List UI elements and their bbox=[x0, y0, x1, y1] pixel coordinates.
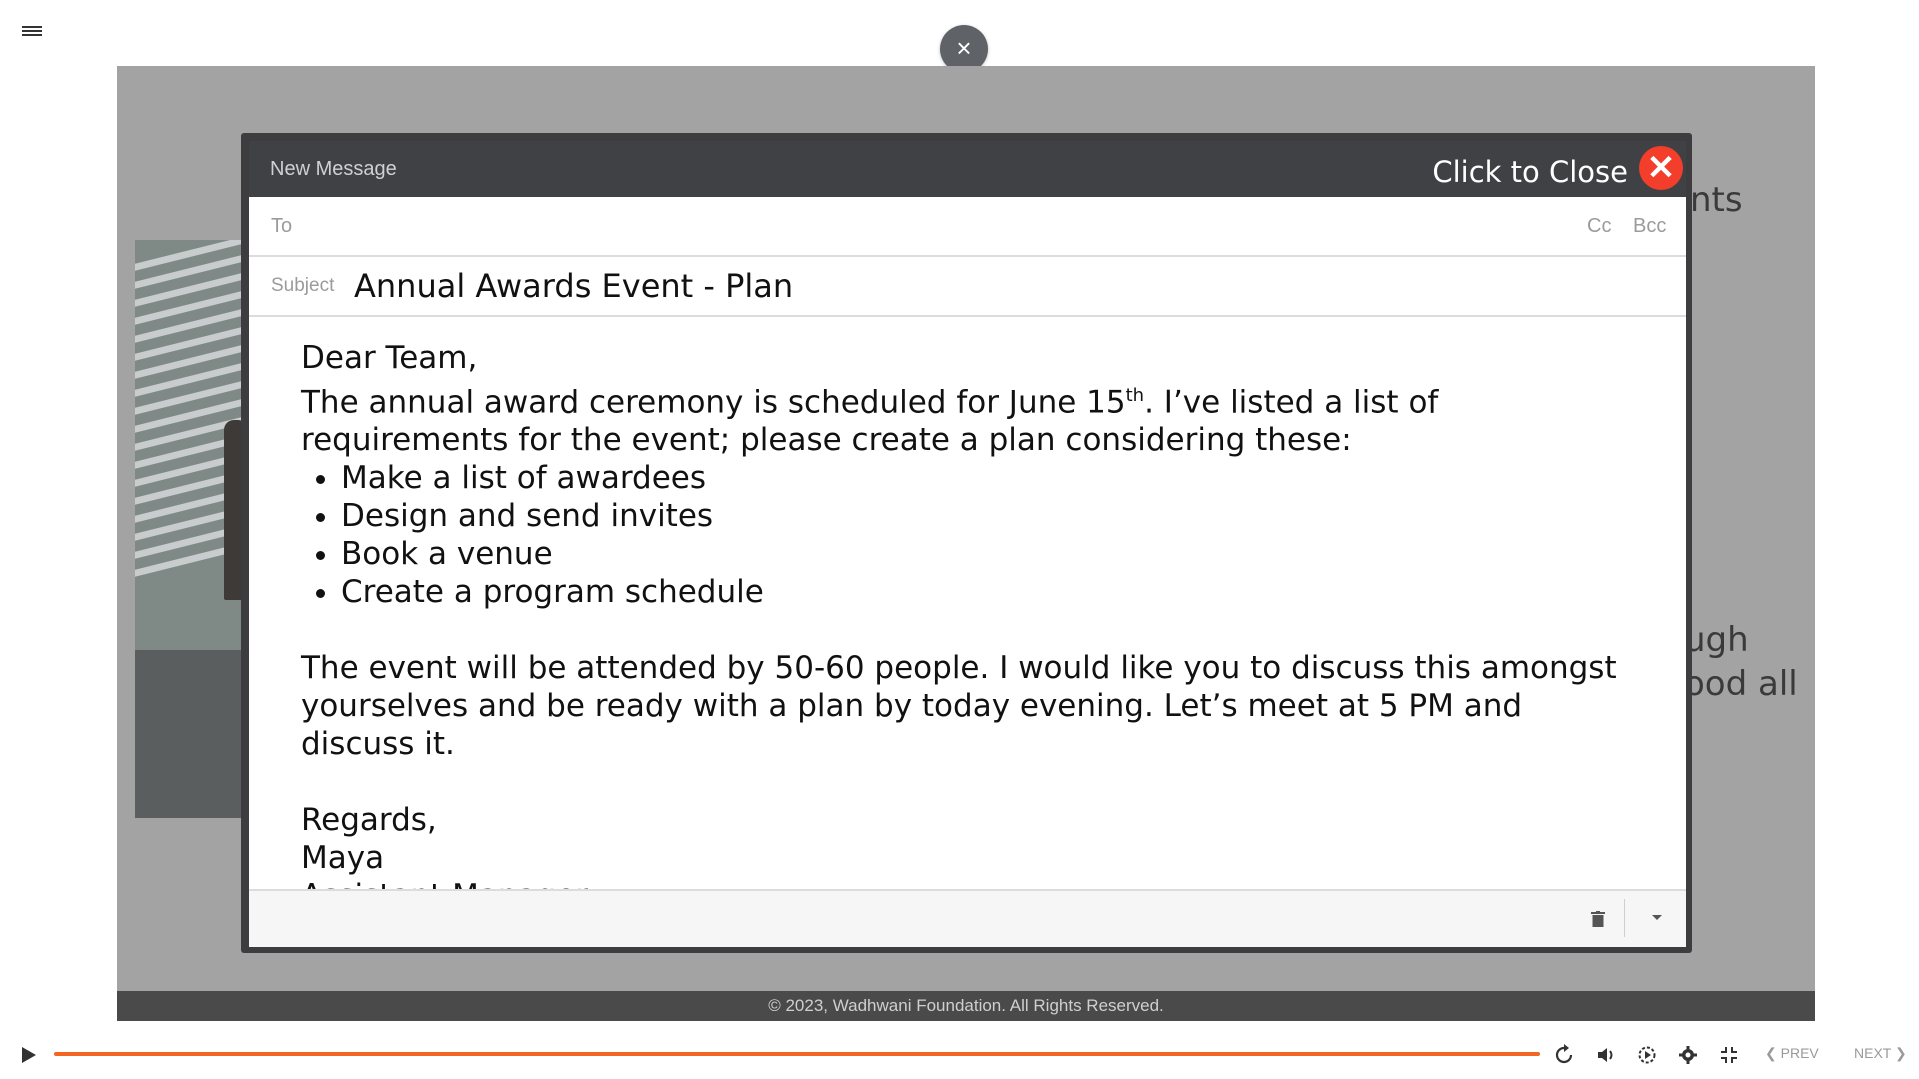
list-item: Make a list of awardees bbox=[341, 459, 1641, 497]
floor-shape bbox=[135, 650, 245, 818]
to-field[interactable]: To Cc Bcc bbox=[249, 197, 1686, 257]
bcc-link[interactable]: Bcc bbox=[1633, 215, 1666, 238]
background-text: ugh bbox=[1684, 620, 1749, 660]
email-header: New Message Click to Close ✕ bbox=[249, 141, 1686, 197]
list-item: Book a venue bbox=[341, 535, 1641, 573]
trash-icon[interactable] bbox=[1591, 911, 1605, 927]
next-label: NEXT bbox=[1854, 1045, 1892, 1061]
background-text: nts bbox=[1690, 180, 1743, 220]
list-item: Design and send invites bbox=[341, 497, 1641, 535]
signature-name: Maya bbox=[301, 840, 385, 877]
email-window: New Message Click to Close ✕ To Cc Bcc S… bbox=[249, 141, 1686, 947]
list-item: Create a program schedule bbox=[341, 573, 1641, 611]
chevron-down-icon[interactable] bbox=[1647, 907, 1667, 927]
collapse-icon[interactable] bbox=[1718, 1044, 1740, 1066]
player-bar: ❮ PREV NEXT ❯ bbox=[0, 1030, 1919, 1079]
email-paragraph: The event will be attended by 50-60 peop… bbox=[301, 650, 1617, 763]
email-toolbar bbox=[249, 889, 1686, 947]
gear-icon[interactable] bbox=[1677, 1044, 1699, 1066]
play-icon[interactable] bbox=[18, 1045, 38, 1065]
intro-superscript: th bbox=[1125, 385, 1145, 406]
intro-text: The annual award ceremony is scheduled f… bbox=[301, 384, 1126, 421]
click-to-close-label[interactable]: Click to Close bbox=[1432, 155, 1628, 189]
replay-icon[interactable] bbox=[1553, 1044, 1575, 1066]
subject-label: Subject bbox=[271, 275, 335, 296]
email-intro: The annual award ceremony is scheduled f… bbox=[301, 377, 1641, 459]
speed-icon[interactable] bbox=[1636, 1044, 1658, 1066]
email-modal: New Message Click to Close ✕ To Cc Bcc S… bbox=[241, 133, 1692, 953]
menu-icon[interactable] bbox=[22, 24, 42, 40]
email-greeting: Dear Team, bbox=[301, 340, 478, 376]
email-body[interactable]: Dear Team, The annual award ceremony is … bbox=[301, 339, 1641, 915]
subject-value: Annual Awards Event - Plan bbox=[354, 267, 794, 305]
progress-bar[interactable] bbox=[54, 1052, 1540, 1056]
next-button[interactable]: NEXT ❯ bbox=[1854, 1045, 1907, 1062]
close-icon[interactable]: ✕ bbox=[1639, 146, 1683, 190]
email-closing: Regards, bbox=[301, 802, 437, 839]
background-text: ood all bbox=[1684, 664, 1798, 704]
prev-button[interactable]: ❮ PREV bbox=[1765, 1045, 1819, 1062]
cc-link[interactable]: Cc bbox=[1587, 215, 1611, 238]
email-window-title: New Message bbox=[270, 158, 397, 180]
to-label: To bbox=[271, 215, 293, 237]
requirements-list: Make a list of awardees Design and send … bbox=[301, 459, 1641, 611]
toolbar-divider bbox=[1624, 899, 1625, 937]
prev-label: PREV bbox=[1780, 1045, 1819, 1061]
volume-icon[interactable] bbox=[1595, 1044, 1617, 1066]
subject-field[interactable]: Subject Annual Awards Event - Plan bbox=[249, 257, 1686, 317]
copyright-footer: © 2023, Wadhwani Foundation. All Rights … bbox=[117, 991, 1815, 1021]
